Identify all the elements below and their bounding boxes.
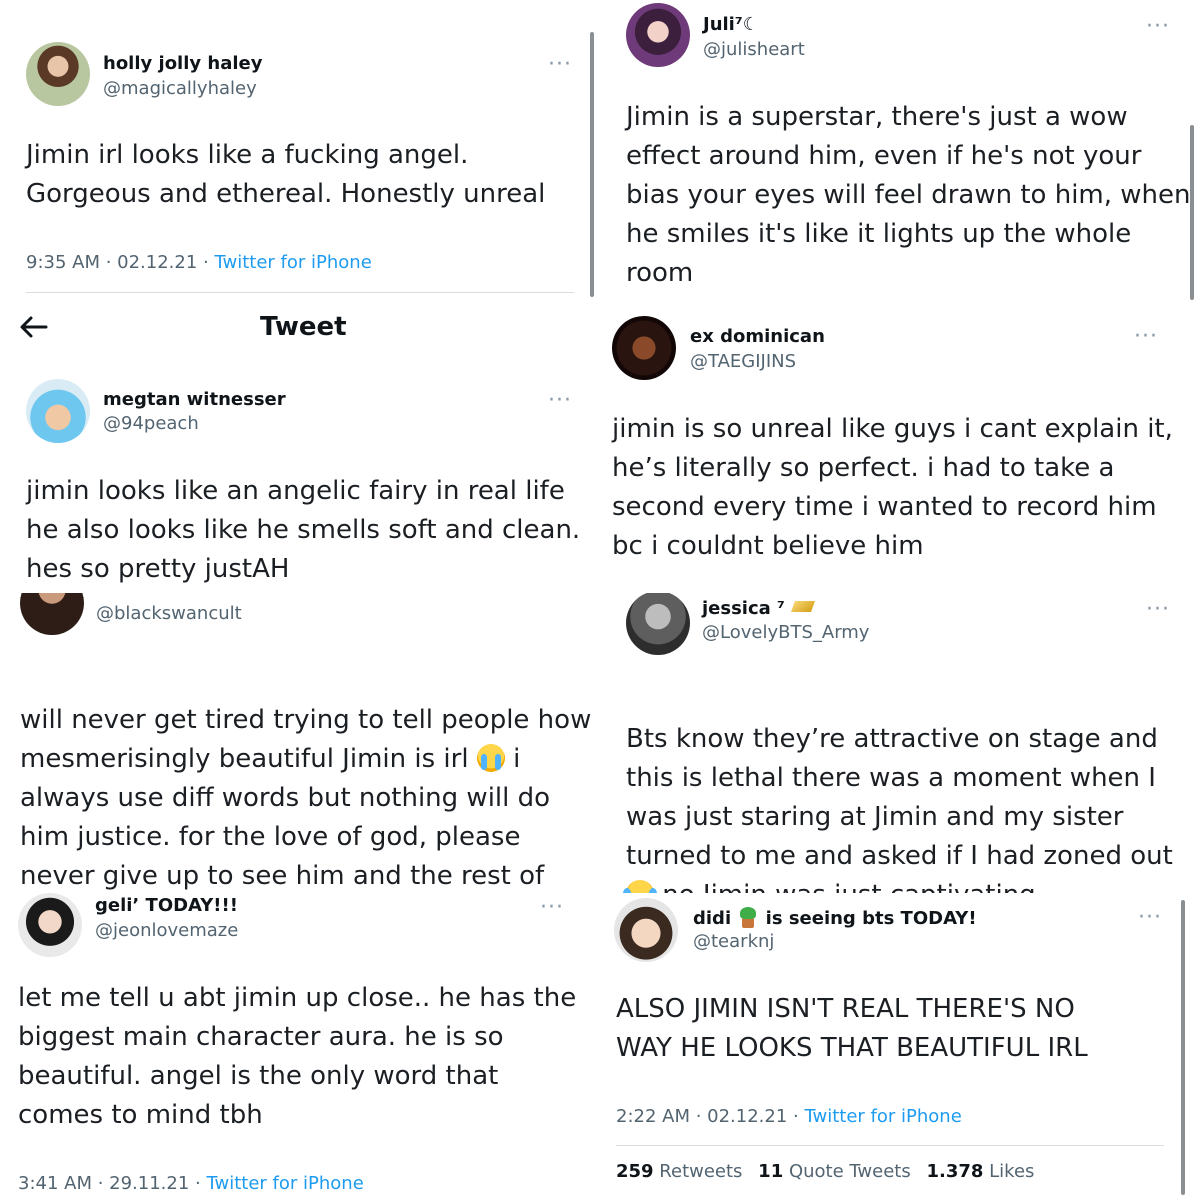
tweet-timestamp: 3:41 AM · 29.11.21 · Twitter for iPhone — [18, 1173, 364, 1194]
retweets-count: 259 — [616, 1161, 654, 1182]
tweet-panel-haley: holly jolly haley @magicallyhaley ··· Ji… — [0, 0, 592, 300]
tweet-text: Jimin is a superstar, there's just a wow… — [626, 102, 1191, 288]
tweet-panel-megtan: Tweet megtan witnesser @94peach ··· jimi… — [0, 300, 598, 593]
engagement-stats: 259 Retweets 11 Quote Tweets 1.378 Likes — [616, 1161, 1034, 1182]
tweet-panel-juli: Juli⁷☾ @julisheart ··· Jimin is a supers… — [600, 0, 1200, 300]
tweet-panel-blackswan: @blackswancult will never get tired tryi… — [0, 593, 598, 893]
retweets-stat[interactable]: 259 Retweets — [616, 1161, 742, 1182]
avatar[interactable] — [614, 898, 678, 962]
user-handle[interactable]: @blackswancult — [96, 603, 242, 624]
more-options-icon[interactable]: ··· — [548, 54, 572, 76]
retweets-label: Retweets — [653, 1161, 743, 1182]
display-name[interactable]: megtan witnesser — [103, 389, 286, 410]
quote-tweets-label: Quote Tweets — [783, 1161, 911, 1182]
user-handle[interactable]: @TAEGIJINS — [690, 351, 796, 372]
tweet-text: Jimin irl looks like a fucking angel. Go… — [26, 140, 546, 209]
divider — [26, 292, 574, 293]
scrollbar[interactable] — [1181, 900, 1185, 1195]
display-name[interactable]: holly jolly haley — [103, 53, 262, 74]
user-handle[interactable]: @magicallyhaley — [103, 78, 257, 99]
display-name[interactable]: geli’ TODAY!!! — [95, 895, 238, 916]
source-link[interactable]: Twitter for iPhone — [206, 1173, 363, 1194]
avatar[interactable] — [626, 593, 690, 655]
user-handle[interactable]: @94peach — [103, 413, 199, 434]
divider — [616, 1145, 1164, 1146]
tweet-panel-didi: didi is seeing bts TODAY! @tearknj ··· A… — [598, 893, 1200, 1200]
timestamp-text: 9:35 AM · 02.12.21 · — [26, 252, 215, 273]
timestamp-text: 2:22 AM · 02.12.21 · — [616, 1106, 805, 1127]
display-name[interactable]: ex dominican — [690, 326, 825, 347]
quote-tweets-count: 11 — [758, 1161, 784, 1182]
display-name-text: is seeing bts TODAY! — [765, 908, 977, 929]
tweet-text: ALSO JIMIN ISN'T REAL THERE'S NO WAY HE … — [616, 994, 1088, 1063]
tweet-text: will never get tired trying to tell peop… — [20, 662, 591, 893]
potted-plant-emoji-icon — [737, 906, 759, 928]
user-handle[interactable]: @julisheart — [703, 39, 805, 60]
more-options-icon[interactable]: ··· — [1146, 599, 1170, 621]
tweet-text: jimin looks like an angelic fairy in rea… — [26, 476, 581, 584]
avatar[interactable] — [612, 316, 676, 380]
crying-face-emoji-icon — [476, 744, 505, 772]
display-name-text: jessica ⁷ — [702, 598, 785, 619]
timestamp-text: 3:41 AM · 29.11.21 · — [18, 1173, 207, 1194]
tweet-timestamp: 2:22 AM · 02.12.21 · Twitter for iPhone — [616, 1106, 962, 1127]
tweet-panel-geli: geli’ TODAY!!! @jeonlovemaze ··· let me … — [0, 893, 598, 1200]
tweet-panel-jessica: jessica ⁷ @LovelyBTS_Army ··· Bts know t… — [598, 593, 1200, 893]
tweet-text-part: no Jimin was just captivating — [654, 880, 1035, 893]
more-options-icon[interactable]: ··· — [1138, 907, 1162, 929]
avatar[interactable] — [20, 593, 84, 635]
user-handle[interactable]: @LovelyBTS_Army — [702, 622, 869, 643]
user-handle[interactable]: @tearknj — [693, 931, 774, 952]
likes-stat[interactable]: 1.378 Likes — [926, 1161, 1034, 1182]
avatar[interactable] — [18, 893, 82, 957]
likes-label: Likes — [983, 1161, 1035, 1182]
scrollbar[interactable] — [590, 32, 594, 297]
tweet-timestamp: 9:35 AM · 02.12.21 · Twitter for iPhone — [26, 252, 372, 273]
user-handle[interactable]: @jeonlovemaze — [95, 920, 238, 941]
tweet-text: let me tell u abt jimin up close.. he ha… — [18, 983, 577, 1130]
tweet-text: Bts know they’re attractive on stage and… — [623, 681, 1173, 893]
display-name[interactable]: jessica ⁷ — [702, 598, 816, 619]
gold-bar-emoji-icon — [791, 601, 816, 612]
avatar[interactable] — [626, 3, 690, 67]
tweet-text-part: Bts know they’re attractive on stage and… — [626, 724, 1173, 871]
scrollbar[interactable] — [1190, 125, 1194, 300]
laughing-tears-emoji-icon — [623, 880, 657, 893]
arrow-left-icon[interactable] — [18, 314, 48, 340]
avatar[interactable] — [26, 379, 90, 443]
page-title: Tweet — [260, 312, 347, 342]
display-name[interactable]: Juli⁷☾ — [703, 14, 759, 35]
quote-tweets-stat[interactable]: 11 Quote Tweets — [758, 1161, 911, 1182]
tweet-panel-exdominican: ex dominican @TAEGIJINS ··· jimin is so … — [598, 300, 1200, 593]
more-options-icon[interactable]: ··· — [1146, 16, 1170, 38]
more-options-icon[interactable]: ··· — [548, 390, 572, 412]
more-options-icon[interactable]: ··· — [540, 897, 564, 919]
display-name-text: didi — [693, 908, 738, 929]
display-name[interactable]: didi is seeing bts TODAY! — [693, 906, 977, 929]
likes-count: 1.378 — [926, 1161, 984, 1182]
more-options-icon[interactable]: ··· — [1134, 326, 1158, 348]
source-link[interactable]: Twitter for iPhone — [214, 252, 371, 273]
avatar[interactable] — [26, 42, 90, 106]
source-link[interactable]: Twitter for iPhone — [804, 1106, 961, 1127]
tweet-text: jimin is so unreal like guys i cant expl… — [612, 414, 1173, 561]
